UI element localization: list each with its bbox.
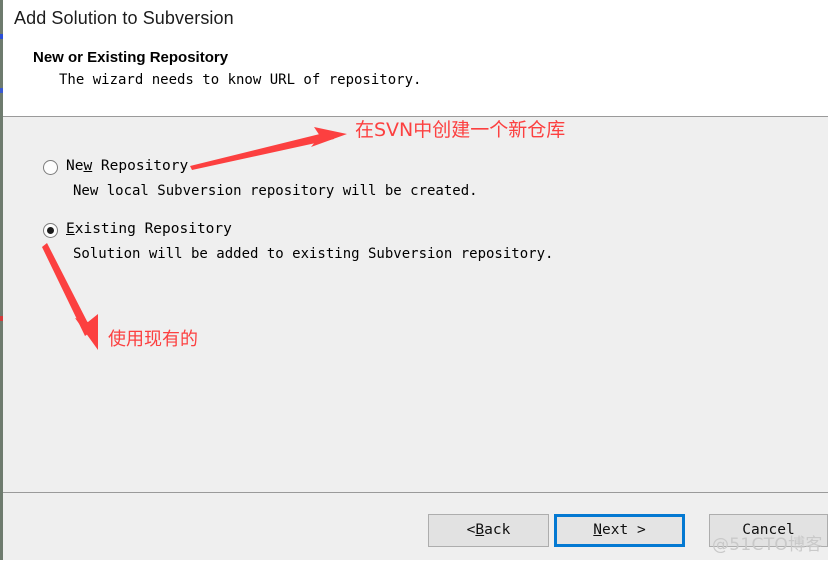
next-accelerator: N	[593, 522, 603, 539]
radio-icon-new-repository[interactable]	[43, 160, 58, 175]
frame-artifact-blue-top	[0, 34, 3, 39]
radio-row-existing-repository[interactable]: Existing Repository	[3, 221, 828, 243]
back-prefix: <	[466, 522, 476, 539]
back-suffix: ack	[484, 522, 511, 539]
label-accelerator: w	[83, 158, 93, 174]
dialog-footer: < Back Next > Cancel	[3, 492, 828, 560]
dialog-header: Add Solution to Subversion New or Existi…	[3, 0, 828, 117]
radio-row-new-repository[interactable]: New Repository	[3, 158, 828, 180]
page-subtitle: The wizard needs to know URL of reposito…	[59, 72, 422, 88]
description-new-repository: New local Subversion repository will be …	[73, 183, 478, 199]
add-solution-to-subversion-dialog: Add Solution to Subversion New or Existi…	[0, 0, 828, 560]
next-button[interactable]: Next >	[554, 514, 685, 547]
watermark: @51CTO博客	[712, 535, 823, 555]
back-accelerator: B	[475, 522, 485, 539]
description-existing-repository: Solution will be added to existing Subve…	[73, 246, 554, 262]
back-button[interactable]: < Back	[428, 514, 549, 547]
next-suffix: ext >	[602, 522, 646, 539]
label-part-before: Ne	[66, 158, 84, 174]
page-heading: New or Existing Repository	[33, 49, 229, 66]
window-left-frame	[0, 0, 3, 560]
option-new-repository[interactable]: New Repository New local Subversion repo…	[3, 158, 828, 199]
label-part-after: xisting Repository	[74, 221, 232, 237]
frame-artifact-red	[0, 316, 3, 321]
radio-label-new-repository: New Repository	[66, 158, 188, 174]
label-part-after: Repository	[92, 158, 189, 174]
dialog-content: New Repository New local Subversion repo…	[3, 118, 828, 492]
frame-artifact-blue-mid	[0, 88, 3, 93]
label-accelerator: E	[66, 221, 75, 237]
window-title: Add Solution to Subversion	[14, 8, 234, 28]
radio-icon-existing-repository[interactable]	[43, 223, 58, 238]
option-existing-repository[interactable]: Existing Repository Solution will be add…	[3, 221, 828, 262]
radio-label-existing-repository: Existing Repository	[66, 221, 232, 237]
